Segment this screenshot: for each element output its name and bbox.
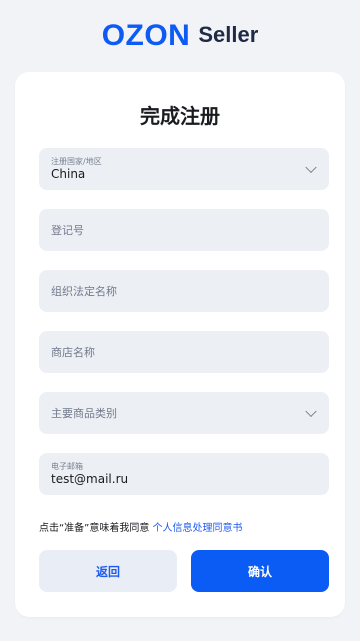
legal-name-placeholder: 组织法定名称 [51, 285, 117, 298]
seller-label: Seller [198, 22, 259, 47]
country-label: 注册国家/地区 [51, 157, 102, 166]
consent-text: 点击“准备”意味着我同意 个人信息处理同意书 [39, 519, 243, 534]
store-name-input[interactable]: 商店名称 [39, 331, 329, 373]
consent-link[interactable]: 个人信息处理同意书 [153, 523, 243, 534]
country-value: China [51, 167, 86, 181]
registration-number-input[interactable]: 登记号 [39, 209, 329, 251]
legal-name-input[interactable]: 组织法定名称 [39, 270, 329, 312]
main-category-select[interactable]: 主要商品类别 [39, 392, 329, 434]
registration-card: 完成注册 注册国家/地区 China 登记号 组织法定名称 商店名称 主要商品类… [15, 72, 345, 617]
main-category-placeholder: 主要商品类别 [51, 407, 117, 420]
country-select[interactable]: 注册国家/地区 China [39, 148, 329, 190]
email-value: test@mail.ru [51, 472, 129, 486]
email-field[interactable]: 电子邮箱 test@mail.ru [39, 453, 329, 495]
ozon-logo: OZON [101, 19, 191, 52]
page-title: 完成注册 [140, 104, 220, 128]
consent-prefix: 点击“准备”意味着我同意 [39, 523, 150, 534]
registration-number-placeholder: 登记号 [51, 224, 84, 237]
store-name-placeholder: 商店名称 [51, 346, 95, 359]
app-header: OZON Seller [0, 0, 360, 70]
back-button[interactable]: 返回 [39, 550, 177, 592]
email-label: 电子邮箱 [51, 462, 83, 471]
confirm-button[interactable]: 确认 [191, 550, 329, 592]
